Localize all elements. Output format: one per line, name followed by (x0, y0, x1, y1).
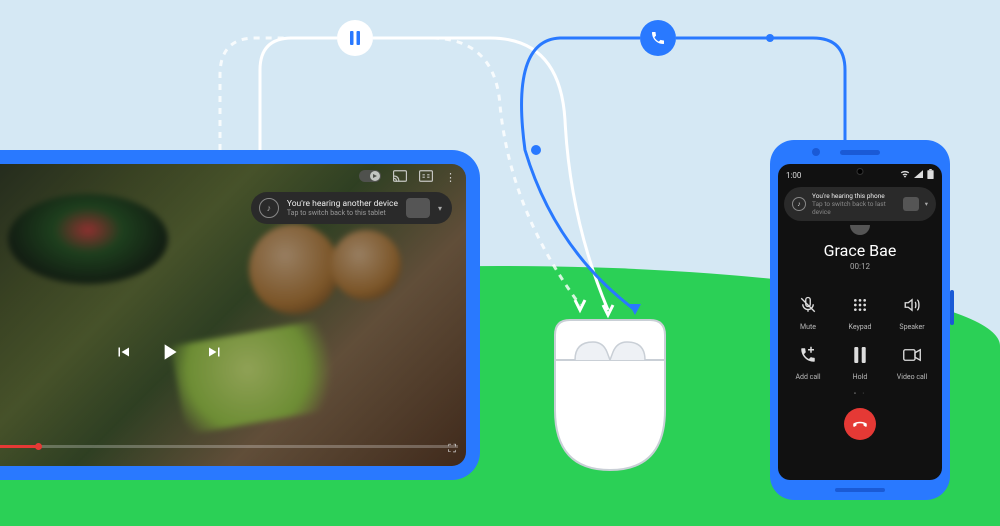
headphones-icon: ♪ (259, 198, 279, 218)
device-thumbnail (406, 198, 430, 218)
autoplay-toggle-icon[interactable] (359, 170, 381, 185)
more-icon[interactable]: ⋮ (445, 171, 456, 184)
call-controls-grid: Mute Keypad Speaker Add call Hold Video … (782, 291, 938, 381)
battery-icon (927, 169, 934, 181)
earbuds-case (545, 315, 675, 475)
tablet-toast-title: You're hearing another device (287, 199, 398, 209)
caller-name: Grace Bae (778, 241, 942, 260)
chevron-down-icon[interactable]: ▾ (925, 200, 928, 208)
phone-clock: 1:00 (786, 171, 801, 180)
end-call-button[interactable] (844, 408, 876, 440)
video-progress[interactable] (0, 445, 458, 448)
phone-toast-title: You're hearing this phone (812, 192, 897, 200)
signal-icon (914, 170, 923, 180)
add-call-button[interactable]: Add call (782, 341, 834, 381)
call-badge (640, 20, 676, 56)
add-call-icon (794, 341, 822, 369)
speaker-icon (898, 291, 926, 319)
chevron-down-icon[interactable]: ▾ (438, 204, 442, 213)
phone-toast-subtitle: Tap to switch back to last device (812, 200, 897, 216)
tablet-toast-subtitle: Tap to switch back to this tablet (287, 209, 398, 217)
device-thumbnail (903, 197, 919, 211)
headphones-icon: ♪ (792, 197, 806, 211)
keypad-icon (846, 291, 874, 319)
pause-badge (337, 20, 373, 56)
cast-icon[interactable] (393, 170, 407, 185)
captions-icon[interactable] (419, 170, 433, 185)
video-icon (898, 341, 926, 369)
mute-button[interactable]: Mute (782, 291, 834, 331)
next-icon[interactable] (206, 343, 224, 361)
tablet-audio-toast[interactable]: ♪ You're hearing another device Tap to s… (251, 192, 452, 224)
call-duration: 00:12 (778, 262, 942, 271)
tablet-device: ⋮ ♪ You're hearing another device Tap to… (0, 150, 480, 480)
tablet-topbar: ⋮ (359, 170, 456, 185)
phone-device: 1:00 ♪ You're hearing this phone Tap to … (770, 140, 950, 500)
fullscreen-icon[interactable]: ⛶ (448, 442, 456, 456)
caller-avatar (850, 225, 870, 235)
previous-icon[interactable] (114, 343, 132, 361)
video-call-button[interactable]: Video call (886, 341, 938, 381)
phone-audio-toast[interactable]: ♪ You're hearing this phone Tap to switc… (784, 187, 936, 221)
video-controls (114, 339, 224, 365)
page-indicator: • · (778, 389, 942, 398)
hold-button[interactable]: Hold (834, 341, 886, 381)
keypad-button[interactable]: Keypad (834, 291, 886, 331)
tablet-screen: ⋮ ♪ You're hearing another device Tap to… (0, 164, 466, 466)
mute-icon (794, 291, 822, 319)
play-icon[interactable] (156, 339, 182, 365)
hangup-icon (851, 415, 869, 433)
wifi-icon (900, 170, 910, 180)
phone-screen: 1:00 ♪ You're hearing this phone Tap to … (778, 164, 942, 480)
hold-icon (846, 341, 874, 369)
speaker-button[interactable]: Speaker (886, 291, 938, 331)
